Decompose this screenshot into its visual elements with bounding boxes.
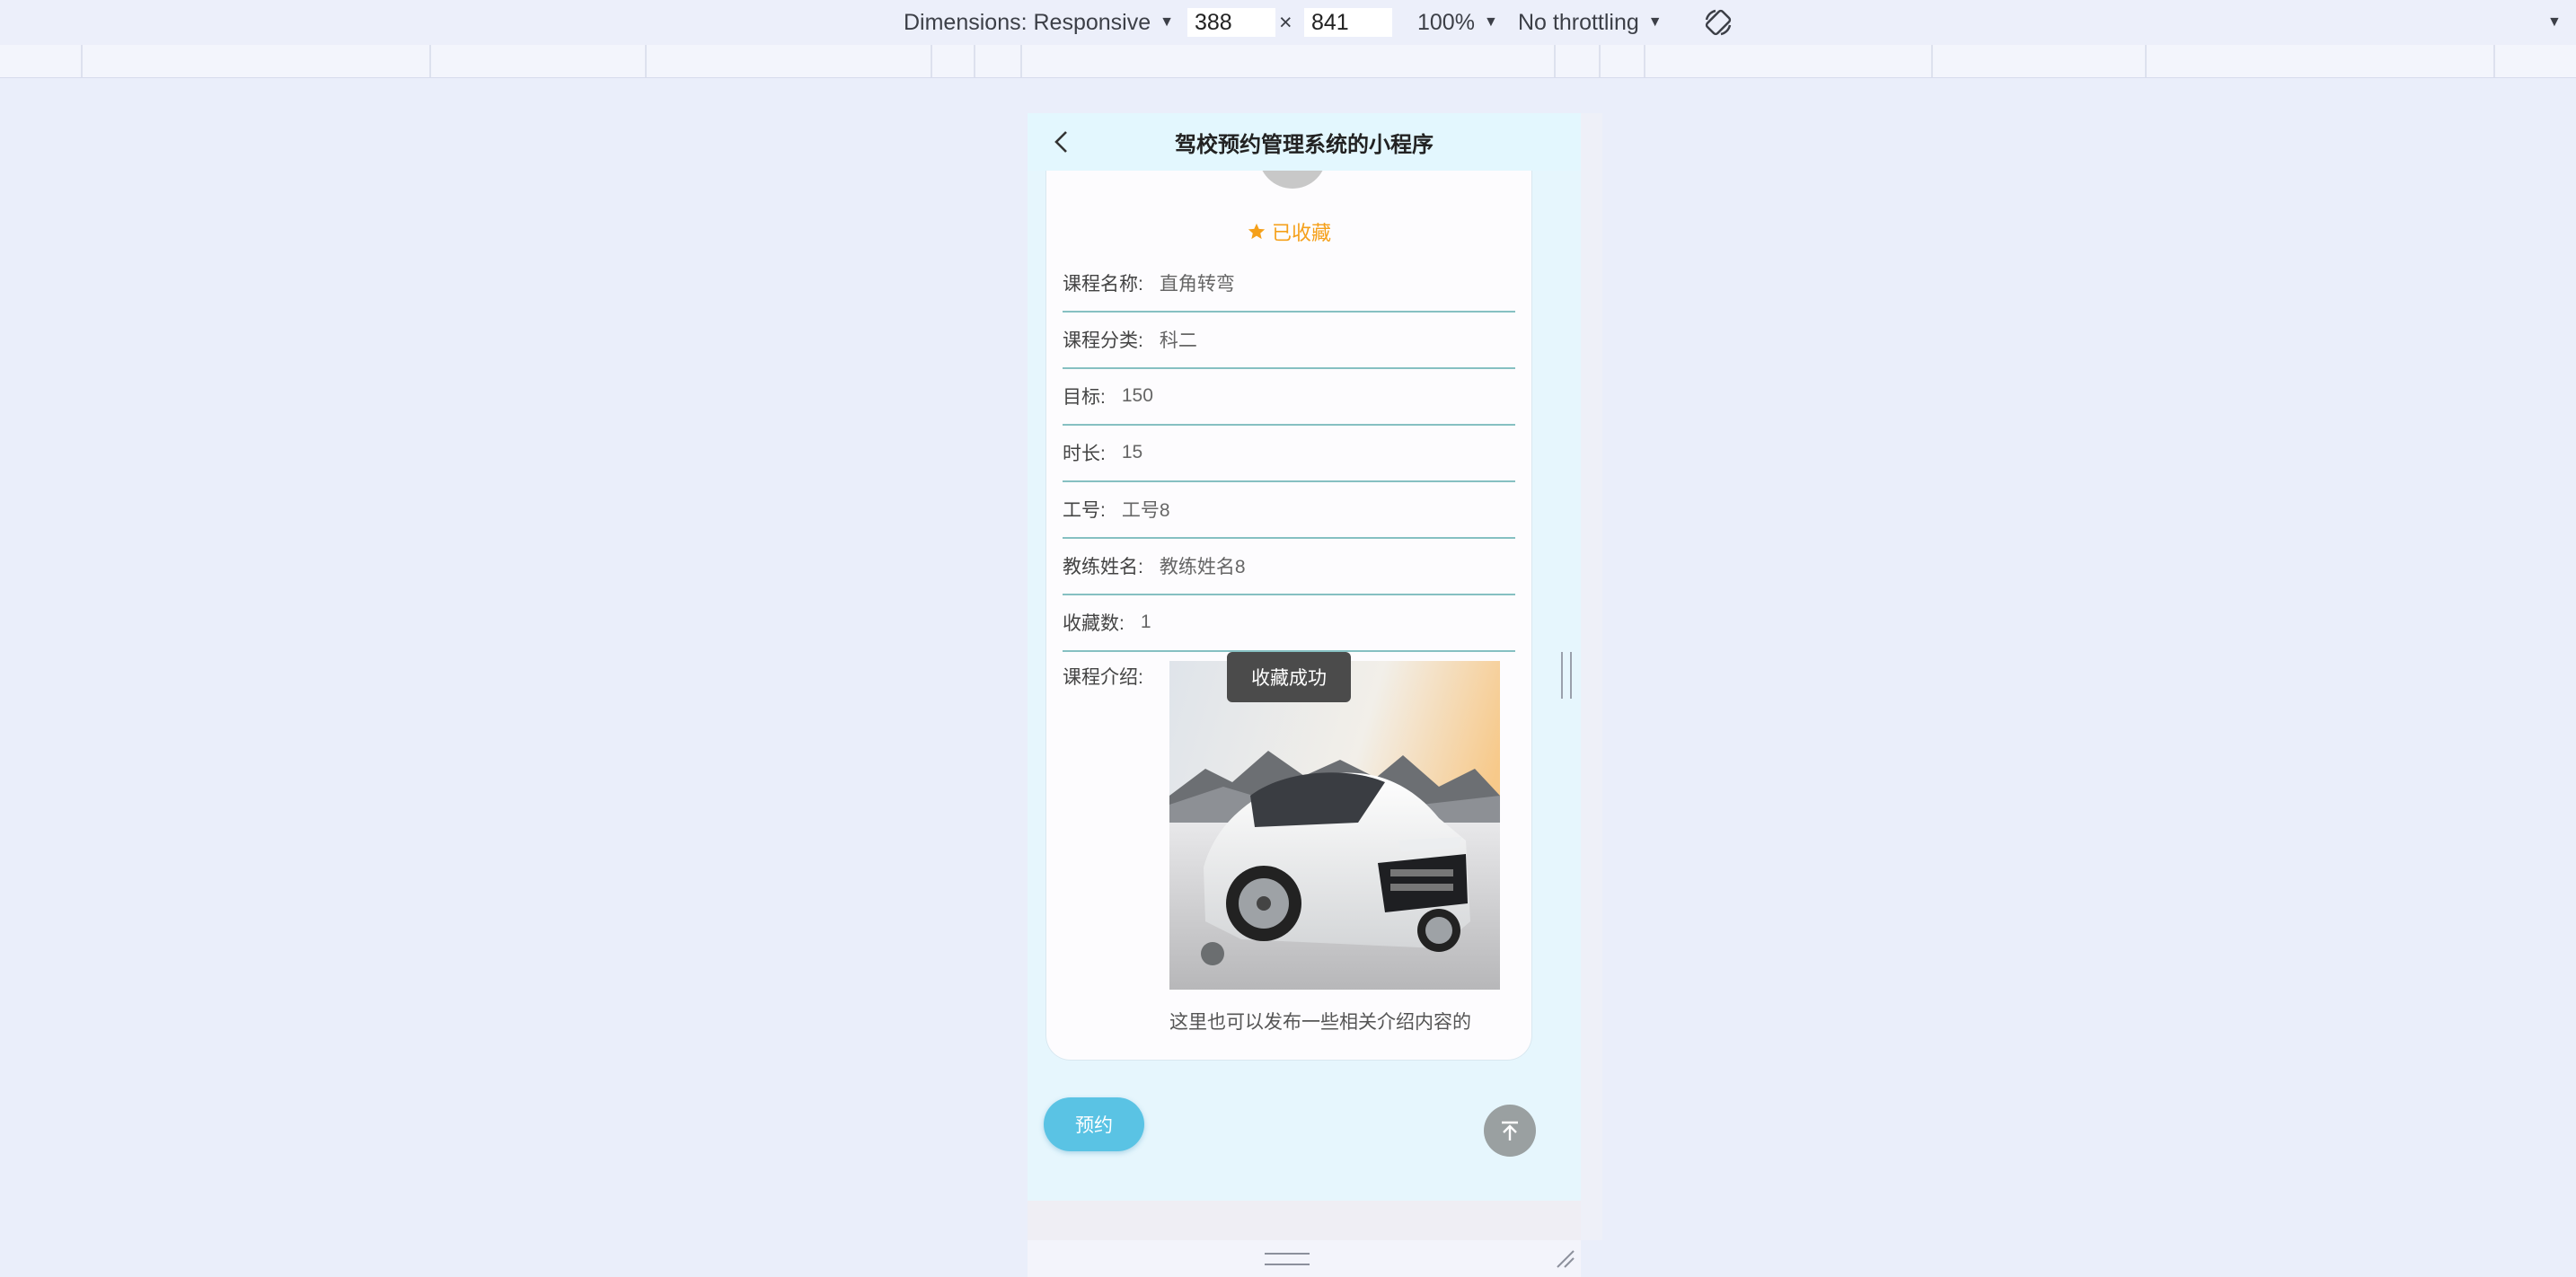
media-query-ruler [0,45,2576,78]
viewport-right-edge [1581,113,1602,1240]
field-label: 时长: [1063,444,1106,464]
back-button[interactable] [1045,126,1078,158]
intro-text: 这里也可以发布一些相关介绍内容的 [1169,1012,1471,1033]
corner-resize-icon[interactable] [1554,1247,1577,1271]
page-title: 驾校预约管理系统的小程序 [1175,132,1434,157]
width-resize-handle[interactable] [1561,652,1572,699]
caret-down-icon: ▼ [1483,14,1498,30]
width-input[interactable] [1187,8,1275,37]
star-icon [1248,223,1266,240]
field-label: 教练姓名: [1063,557,1143,577]
phone-viewport: 已收藏 课程名称: 直角转弯 课程分类: 科二 目标: 150 时长: 15 工… [1028,113,1581,1201]
rotate-icon[interactable] [1703,0,1734,45]
field-favorite-count: 收藏数: 1 [1063,594,1515,652]
field-label: 课程名称: [1063,274,1143,295]
caret-down-icon: ▼ [1647,14,1663,30]
field-value: 1 [1140,612,1151,632]
chevron-left-icon [1054,131,1067,153]
intro-label: 课程介绍: [1063,667,1143,688]
toast-message: 收藏成功 [1227,652,1351,702]
field-duration: 时长: 15 [1063,425,1515,482]
field-label: 目标: [1063,387,1106,408]
devtools-toolbar: Dimensions: Responsive ▼ × 100% ▼ No thr… [0,0,2576,46]
caret-down-icon: ▼ [1160,14,1174,30]
favorite-label: 已收藏 [1271,222,1331,244]
zoom-label: 100% [1417,9,1475,35]
field-value: 15 [1121,442,1143,462]
field-employee-id: 工号: 工号8 [1063,481,1515,539]
height-resize-handle[interactable] [1265,1253,1310,1265]
course-car-image [1169,661,1500,990]
field-value: 教练姓名8 [1159,557,1246,577]
field-value: 工号8 [1121,500,1170,521]
field-value: 科二 [1159,330,1197,351]
field-target: 目标: 150 [1063,368,1515,426]
book-button[interactable]: 预约 [1044,1097,1144,1151]
dimensions-dropdown[interactable]: Dimensions: Responsive ▼ [904,0,1174,45]
field-coach-name: 教练姓名: 教练姓名8 [1063,538,1515,595]
app-header: 驾校预约管理系统的小程序 [1028,113,1581,171]
field-value: 直角转弯 [1159,274,1235,295]
more-options-caret-icon[interactable]: ▼ [2538,0,2562,45]
arrow-up-to-top-icon [1502,1121,1518,1140]
car-photo [1169,661,1500,990]
height-resize-bar [1028,1240,1581,1277]
dimensions-label: Dimensions: Responsive [904,9,1151,35]
course-detail-card: 已收藏 课程名称: 直角转弯 课程分类: 科二 目标: 150 时长: 15 工… [1045,144,1532,1061]
field-course-category: 课程分类: 科二 [1063,312,1515,369]
field-label: 工号: [1063,500,1106,521]
zoom-dropdown[interactable]: 100% ▼ [1417,0,1498,45]
field-course-name: 课程名称: 直角转弯 [1063,255,1515,313]
field-label: 收藏数: [1063,613,1125,634]
field-label: 课程分类: [1063,330,1143,351]
throttling-dropdown[interactable]: No throttling ▼ [1518,0,1663,45]
height-input[interactable] [1304,8,1392,37]
favorite-toggle[interactable]: 已收藏 [1046,217,1531,246]
field-value: 150 [1121,385,1153,406]
page-bottom-area [1028,1201,1581,1240]
times-sign: × [1279,9,1292,35]
back-to-top-button[interactable] [1484,1105,1536,1157]
throttling-label: No throttling [1518,9,1639,35]
